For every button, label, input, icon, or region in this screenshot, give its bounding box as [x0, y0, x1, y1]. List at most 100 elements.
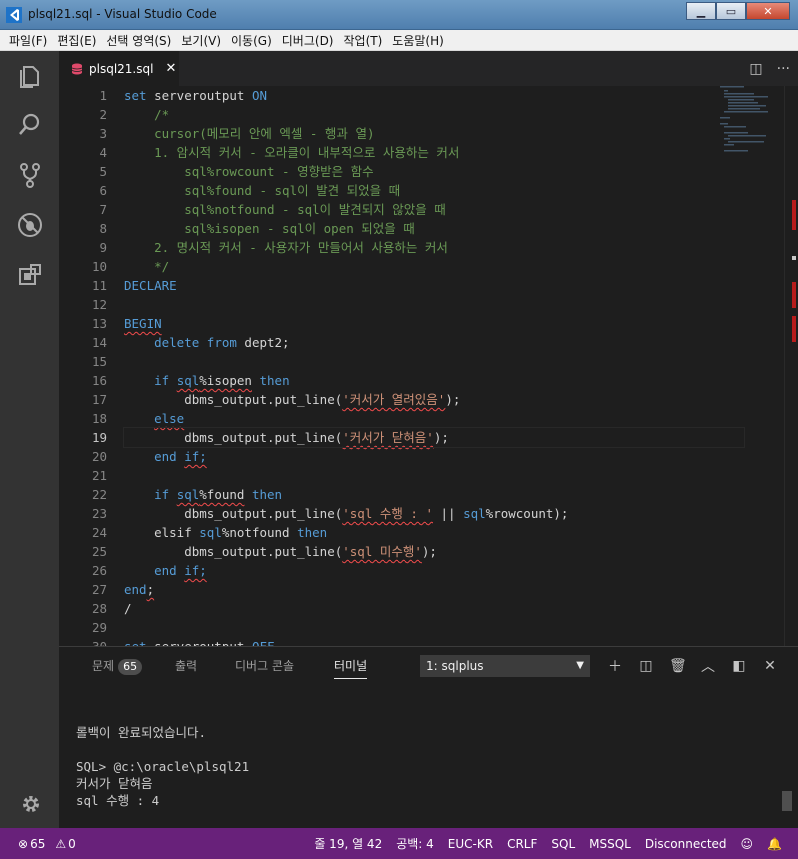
- encoding[interactable]: EUC-KR: [448, 837, 493, 851]
- close-panel-icon[interactable]: ✕: [762, 658, 778, 674]
- line-number: 21: [91, 468, 107, 483]
- code-line[interactable]: sql%notfound - sql이 발견되지 않았을 때: [124, 200, 744, 219]
- code-line[interactable]: end if;: [124, 447, 744, 466]
- cursor-position[interactable]: 줄 19, 열 42: [314, 835, 382, 852]
- menu-item[interactable]: 작업(T): [339, 32, 388, 49]
- connection-status[interactable]: Disconnected: [645, 837, 727, 851]
- split-terminal-icon[interactable]: ◫: [638, 658, 654, 674]
- maximize-button[interactable]: ▭: [716, 2, 746, 20]
- end-of-line[interactable]: CRLF: [507, 837, 537, 851]
- code-line[interactable]: dbms_output.put_line('커서가 열려있음');: [124, 390, 744, 409]
- window-titlebar: plsql21.sql - Visual Studio Code ▁ ▭ ✕: [0, 0, 798, 30]
- panel-tab[interactable]: 터미널: [334, 647, 368, 685]
- code-line[interactable]: */: [124, 257, 744, 276]
- smiley-feedback-icon[interactable]: ☺: [741, 837, 754, 851]
- line-number: 10: [91, 259, 107, 274]
- menu-item[interactable]: 파일(F): [4, 32, 52, 49]
- terminal-select-value: 1: sqlplus: [426, 659, 484, 673]
- editor-scrollbar[interactable]: [784, 86, 798, 646]
- minimize-button[interactable]: ▁: [686, 2, 716, 20]
- code-line[interactable]: 1. 암시적 커서 - 오라클이 내부적으로 사용하는 커서: [124, 143, 744, 162]
- code-line[interactable]: delete from dept2;: [124, 333, 744, 352]
- code-line[interactable]: else: [124, 409, 744, 428]
- panel-tab[interactable]: 디버그 콘솔: [235, 647, 294, 685]
- line-number: 29: [91, 620, 107, 635]
- line-number: 19: [91, 430, 107, 445]
- code-line[interactable]: dbms_output.put_line('sql 미수행');: [124, 542, 744, 561]
- line-number: 26: [91, 563, 107, 578]
- line-number: 15: [91, 354, 107, 369]
- code-line[interactable]: sql%found - sql이 발견 되었을 때: [124, 181, 744, 200]
- code-line[interactable]: elsif sql%notfound then: [124, 523, 744, 542]
- code-line[interactable]: if sql%found then: [124, 485, 744, 504]
- menu-item[interactable]: 도움말(H): [387, 32, 449, 49]
- terminal-output[interactable]: 롤백이 완료되었습니다. SQL> @c:\oracle\plsql21 커서가 닫…: [76, 707, 776, 843]
- code-line[interactable]: BEGIN: [124, 314, 744, 333]
- tab-close-icon[interactable]: ✕: [165, 61, 176, 76]
- close-window-button[interactable]: ✕: [746, 2, 790, 20]
- line-number: 27: [91, 582, 107, 597]
- panel-tab[interactable]: 문제 65: [92, 647, 143, 685]
- chevron-up-icon[interactable]: ︿: [700, 656, 716, 676]
- code-line[interactable]: dbms_output.put_line('sql 수행 : ' || sql%…: [124, 504, 744, 523]
- minimap[interactable]: [720, 86, 780, 156]
- menu-item[interactable]: 디버그(D): [277, 32, 339, 49]
- code-line[interactable]: set serveroutput OFF: [124, 637, 744, 646]
- code-line[interactable]: [124, 466, 744, 485]
- code-line[interactable]: /: [124, 599, 744, 618]
- bell-icon[interactable]: 🔔: [767, 837, 782, 851]
- line-number: 4: [99, 145, 107, 160]
- code-line[interactable]: if sql%isopen then: [124, 371, 744, 390]
- database-file-icon: [71, 63, 83, 74]
- add-icon[interactable]: ＋: [607, 656, 623, 676]
- code-line[interactable]: 2. 명시적 커서 - 사용자가 만들어서 사용하는 커서: [124, 238, 744, 257]
- code-line[interactable]: /*: [124, 105, 744, 124]
- code-line[interactable]: set serveroutput ON: [124, 86, 744, 105]
- line-number: 8: [99, 221, 107, 236]
- code-line[interactable]: [124, 295, 744, 314]
- source-control-icon[interactable]: [12, 157, 48, 193]
- code-editor[interactable]: 1 2 3 4 5 6 7 8 9 10 11 12 13 14 15 16 17 18 19 20 21 22 23 24 2…: [59, 86, 798, 646]
- debug-icon[interactable]: [12, 207, 48, 243]
- line-number: 18: [91, 411, 107, 426]
- code-line[interactable]: end if;: [124, 561, 744, 580]
- menu-item[interactable]: 보기(V): [176, 32, 226, 49]
- menu-item[interactable]: 이동(G): [226, 32, 277, 49]
- line-number: 12: [91, 297, 107, 312]
- line-number: 5: [99, 164, 107, 179]
- more-actions-icon[interactable]: ···: [777, 61, 790, 77]
- code-line[interactable]: cursor(메모리 안에 엑셀 - 행과 열): [124, 124, 744, 143]
- code-line[interactable]: [124, 352, 744, 371]
- panel-tab-label: 문제: [92, 659, 115, 673]
- sql-dialect[interactable]: MSSQL: [589, 837, 631, 851]
- gear-icon[interactable]: [20, 793, 42, 815]
- line-number: 17: [91, 392, 107, 407]
- terminal-line: 롤백이 완료되었습니다.: [76, 725, 207, 740]
- trash-icon[interactable]: 🗑: [669, 658, 687, 674]
- menu-item[interactable]: 편집(E): [52, 32, 101, 49]
- code-line[interactable]: sql%isopen - sql이 open 되었을 때: [124, 219, 744, 238]
- indentation[interactable]: 공백: 4: [396, 835, 434, 852]
- terminal-line: sql 수행 : 4: [76, 793, 160, 808]
- code-line[interactable]: sql%rowcount - 영향받은 함수: [124, 162, 744, 181]
- code-lines[interactable]: set serveroutput ON /* cursor(메모리 안에 엑셀 …: [123, 86, 745, 646]
- code-line[interactable]: [124, 618, 744, 637]
- explorer-icon[interactable]: [12, 57, 48, 93]
- code-line[interactable]: dbms_output.put_line('커서가 닫혀음');: [123, 427, 745, 448]
- code-line[interactable]: DECLARE: [124, 276, 744, 295]
- code-line[interactable]: end;: [124, 580, 744, 599]
- terminal-select[interactable]: 1: sqlplus ▼: [420, 655, 590, 677]
- panel-tab[interactable]: 출력: [175, 647, 197, 685]
- extensions-icon[interactable]: [12, 257, 48, 293]
- panel-actions: ＋ ◫ 🗑 ︿ ◧ ✕: [607, 647, 778, 685]
- search-icon[interactable]: [12, 107, 48, 143]
- tab-plsql21[interactable]: plsql21.sql ✕: [59, 51, 179, 86]
- maximize-panel-icon[interactable]: ◧: [731, 658, 747, 674]
- split-editor-icon[interactable]: ◫: [749, 61, 762, 77]
- language-mode[interactable]: SQL: [551, 837, 575, 851]
- terminal-scrollbar[interactable]: [782, 791, 792, 811]
- status-problems[interactable]: ⊗ 65 ⚠ 0: [18, 828, 76, 859]
- menu-item[interactable]: 선택 영역(S): [101, 32, 176, 49]
